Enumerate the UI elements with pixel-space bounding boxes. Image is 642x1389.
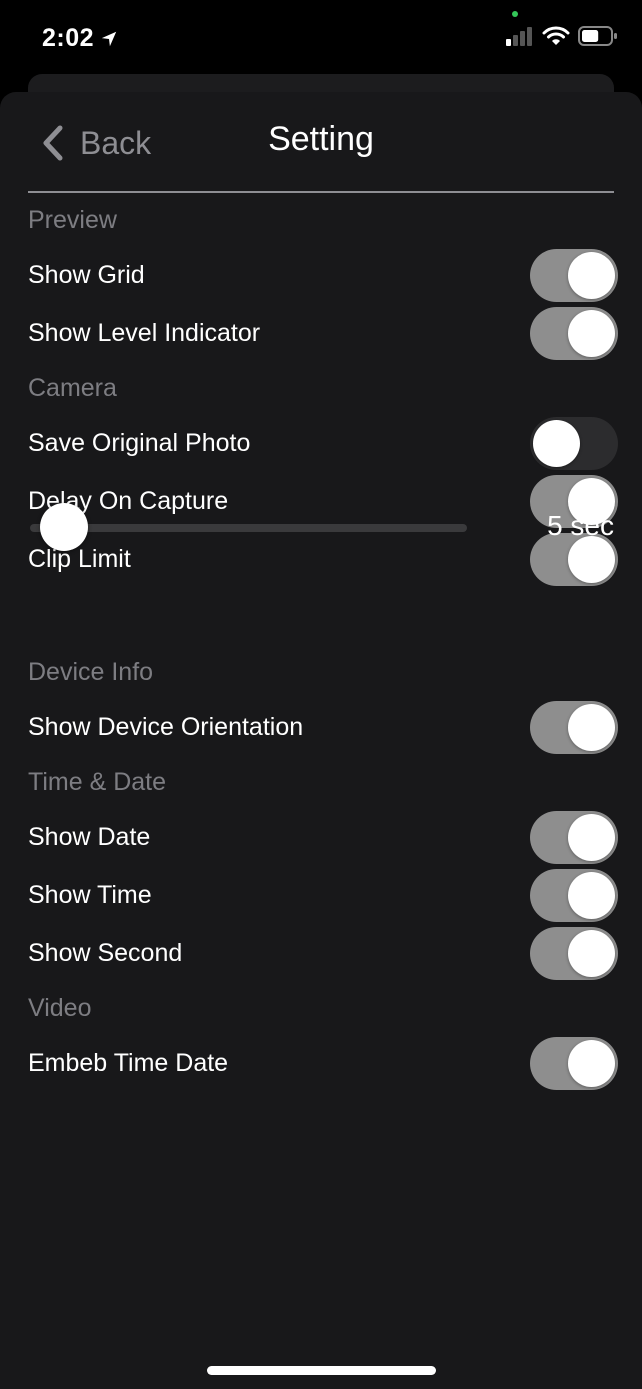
section-header-device-info: Device Info — [28, 658, 154, 686]
toggle-knob — [568, 310, 615, 357]
clip-limit-slider-thumb[interactable] — [40, 503, 88, 551]
clip-limit-value: 5 sec — [547, 510, 614, 541]
show-device-orientation-toggle[interactable] — [530, 701, 618, 754]
show-date-toggle[interactable] — [530, 811, 618, 864]
toggle-knob — [568, 252, 615, 299]
page-title: Setting — [268, 120, 374, 158]
camera-in-use-indicator — [512, 11, 518, 17]
home-indicator[interactable] — [207, 1366, 436, 1375]
show-level-indicator-toggle[interactable] — [530, 307, 618, 360]
section-header-camera: Camera — [28, 374, 117, 402]
show-time-label: Show Time — [28, 881, 152, 909]
cellular-signal-icon — [506, 27, 532, 46]
save-original-photo-toggle[interactable] — [530, 417, 618, 470]
embed-time-date-label: Embeb Time Date — [28, 1049, 229, 1077]
show-date-label: Show Date — [28, 823, 151, 851]
status-time: 2:02 — [42, 24, 118, 53]
navigation-bar: Back Setting — [28, 92, 614, 193]
clip-limit-slider-track[interactable] — [30, 524, 467, 532]
show-time-toggle[interactable] — [530, 869, 618, 922]
status-icons — [506, 26, 618, 46]
toggle-knob — [533, 420, 580, 467]
location-arrow-icon — [101, 31, 117, 46]
embed-time-date-toggle[interactable] — [530, 1037, 618, 1090]
time-text: 2:02 — [42, 24, 95, 52]
toggle-knob — [568, 704, 615, 751]
battery-icon — [578, 26, 617, 46]
show-device-orientation-label: Show Device Orientation — [28, 713, 304, 741]
toggle-knob — [568, 536, 615, 583]
toggle-knob — [568, 814, 615, 861]
show-grid-label: Show Grid — [28, 261, 145, 289]
toggle-knob — [568, 930, 615, 977]
show-level-indicator-label: Show Level Indicator — [28, 319, 261, 347]
toggle-knob — [568, 1040, 615, 1087]
save-original-photo-label: Save Original Photo — [28, 429, 251, 457]
show-second-label: Show Second — [28, 939, 183, 967]
section-header-video: Video — [28, 994, 92, 1022]
toggle-knob — [568, 872, 615, 919]
clip-limit-label: Clip Limit — [28, 545, 131, 573]
section-header-preview: Preview — [28, 206, 117, 234]
show-second-toggle[interactable] — [530, 927, 618, 980]
section-header-time-date: Time & Date — [28, 768, 167, 796]
status-bar: 2:02 — [0, 0, 642, 80]
wifi-icon — [542, 26, 570, 45]
show-grid-toggle[interactable] — [530, 249, 618, 302]
